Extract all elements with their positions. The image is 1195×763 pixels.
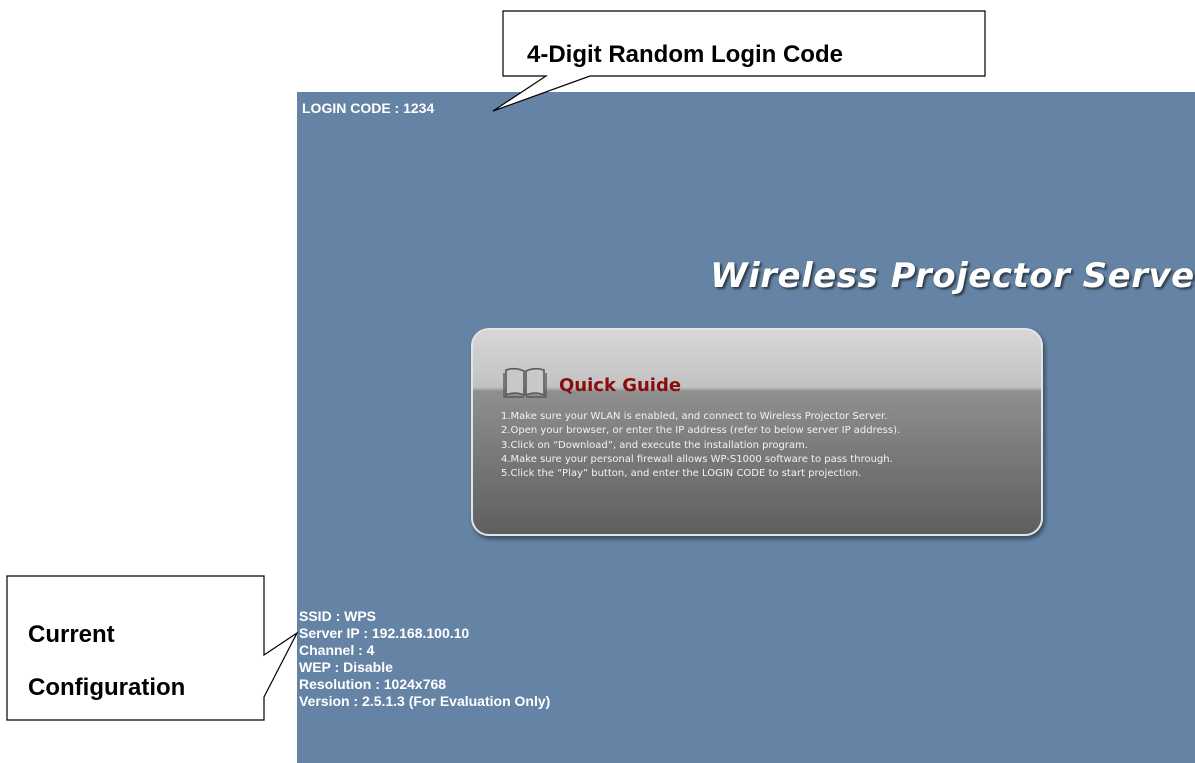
app-title: Wireless Projector Server [297, 256, 1195, 296]
wep-value: WEP : Disable [299, 659, 393, 675]
projector-screen: LOGIN CODE : 1234 Wireless Projector Ser… [297, 92, 1195, 763]
resolution-value: Resolution : 1024x768 [299, 676, 447, 692]
open-book-icon [503, 367, 547, 398]
channel-value: Channel : 4 [299, 642, 375, 658]
guide-step: 3.Click on “Download”, and execute the i… [501, 439, 808, 451]
login-code-callout-text: 4-Digit Random Login Code [527, 41, 843, 68]
version-value: Version : 2.5.1.3 (For Evaluation Only) [299, 693, 551, 709]
guide-step: 1.Make sure your WLAN is enabled, and co… [501, 411, 888, 422]
app-title-text: Wireless Projector Server [710, 256, 1195, 296]
guide-step: 4.Make sure your personal firewall allow… [501, 453, 893, 465]
server-ip-value: Server IP : 192.168.100.10 [299, 625, 470, 641]
quick-guide-title: Quick Guide [559, 374, 682, 396]
guide-step: 5.Click the “Play” button, and enter the… [501, 468, 862, 480]
current-configuration: SSID : WPS Server IP : 192.168.100.10 Ch… [299, 608, 550, 710]
quick-guide-panel: Quick Guide 1.Make sure your WLAN is ena… [471, 328, 1043, 536]
ssid-value: SSID : WPS [299, 608, 377, 624]
configuration-callout-text: Current Configuration [28, 608, 185, 714]
configuration-callout-line2: Configuration [28, 674, 186, 701]
configuration-callout-line1: Current [28, 621, 115, 648]
quick-guide-steps: 1.Make sure your WLAN is enabled, and co… [501, 410, 900, 481]
login-code: LOGIN CODE : 1234 [302, 100, 435, 116]
guide-step: 2.Open your browser, or enter the IP add… [501, 425, 901, 437]
quick-guide-header: Quick Guide [503, 365, 681, 399]
